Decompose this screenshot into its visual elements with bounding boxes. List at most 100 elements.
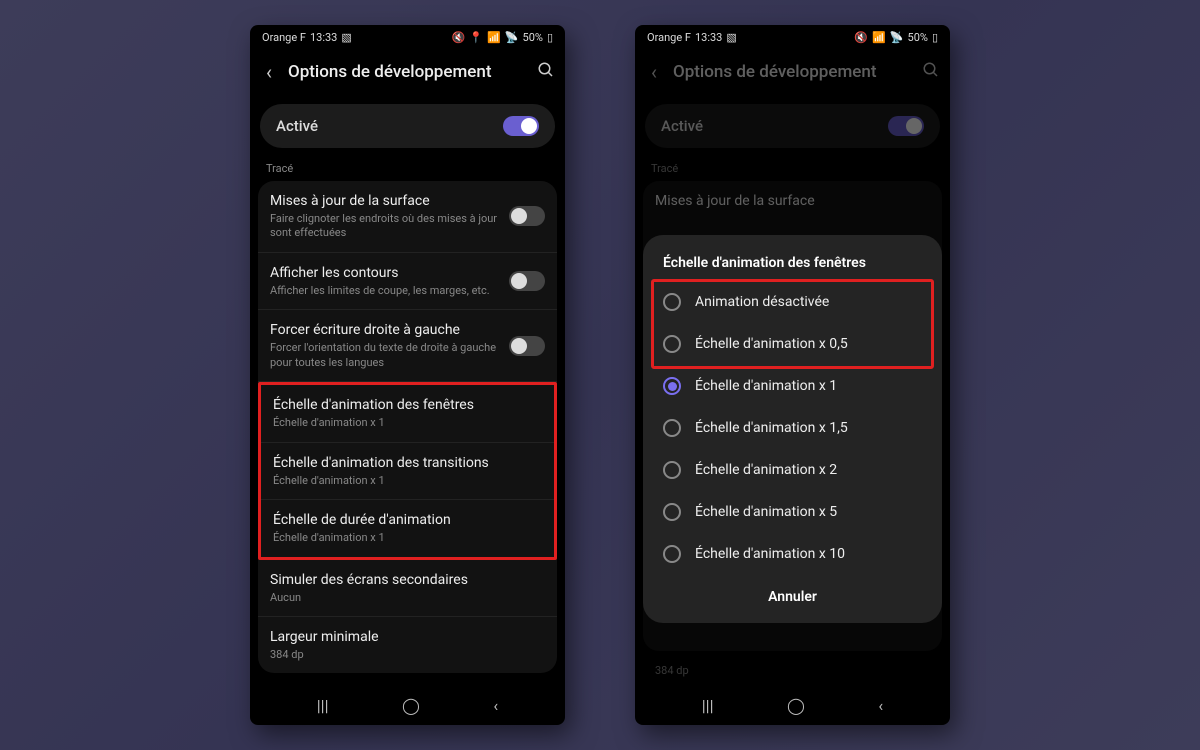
row-sub: Faire clignoter les endroits où des mise… <box>270 212 501 241</box>
radio-option-5[interactable]: Échelle d'animation x 5 <box>651 491 934 533</box>
nav-back-icon[interactable]: ‹ <box>878 696 883 715</box>
section-header: Tracé <box>250 162 565 181</box>
radio-option-1[interactable]: Échelle d'animation x 0,5 <box>651 323 934 365</box>
radio-icon <box>663 461 681 479</box>
carrier-label: Orange F <box>262 31 306 44</box>
location-icon: 📍 <box>469 31 483 44</box>
master-toggle-label: Activé <box>661 117 703 135</box>
radio-label: Échelle d'animation x 1 <box>695 378 837 394</box>
row-simulate-displays[interactable]: Simuler des écrans secondaires Aucun <box>258 560 557 617</box>
toggle-surface[interactable] <box>509 206 545 226</box>
row-sub: Forcer l'orientation du texte de droite … <box>270 341 501 370</box>
row-label: Mises à jour de la surface <box>655 192 930 210</box>
nav-recents-icon[interactable]: ||| <box>317 696 329 715</box>
row-window-anim-scale[interactable]: Échelle d'animation des fenêtres Échelle… <box>261 385 554 442</box>
nav-recents-icon[interactable]: ||| <box>702 696 714 715</box>
radio-label: Échelle d'animation x 0,5 <box>695 336 848 352</box>
nav-bar: ||| ◯ ‹ <box>635 685 950 725</box>
master-toggle-row[interactable]: Activé <box>260 104 555 148</box>
battery-label: 50% <box>523 31 543 44</box>
search-icon[interactable] <box>537 61 555 84</box>
status-icons: 🔇 📶 📡 50% ▯ <box>854 31 938 44</box>
radio-option-3[interactable]: Échelle d'animation x 1,5 <box>651 407 934 449</box>
header: ‹ Options de développement <box>635 46 950 98</box>
row-sub: 384 dp <box>270 648 545 662</box>
toggle-rtl[interactable] <box>509 336 545 356</box>
wifi-icon: 📶 <box>487 31 501 44</box>
nav-home-icon[interactable]: ◯ <box>787 696 805 715</box>
battery-icon: ▯ <box>932 31 938 44</box>
radio-icon <box>663 503 681 521</box>
row-sub: Afficher les limites de coupe, les marge… <box>270 284 501 298</box>
master-toggle-row: Activé <box>645 104 940 148</box>
animation-scale-dialog: Échelle d'animation des fenêtres Animati… <box>643 235 942 623</box>
status-bar: Orange F 13:33 ▧ 🔇 📶 📡 50% ▯ <box>635 25 950 46</box>
row-sub: Échelle d'animation x 1 <box>273 416 542 430</box>
dialog-title: Échelle d'animation des fenêtres <box>651 251 934 281</box>
radio-option-0[interactable]: Animation désactivée <box>651 281 934 323</box>
back-icon: ‹ <box>645 60 663 84</box>
phone-screenshot-1: Orange F 13:33 ▧ 🔇 📍 📶 📡 50% ▯ ‹ Options… <box>250 25 565 725</box>
page-title: Options de développement <box>673 62 912 82</box>
radio-label: Échelle d'animation x 1,5 <box>695 420 848 436</box>
row-sub: Aucun <box>270 591 545 605</box>
signal-icon: 📡 <box>890 31 904 44</box>
signal-icon: 📡 <box>505 31 519 44</box>
nav-back-icon[interactable]: ‹ <box>493 696 498 715</box>
master-toggle-label: Activé <box>276 117 318 135</box>
toggle-bounds[interactable] <box>509 271 545 291</box>
row-label: Échelle d'animation des transitions <box>273 454 542 472</box>
master-toggle <box>888 116 924 136</box>
image-icon: ▧ <box>726 31 736 44</box>
row-show-bounds[interactable]: Afficher les contours Afficher les limit… <box>258 253 557 310</box>
highlight-box: Échelle d'animation des fenêtres Échelle… <box>258 382 557 559</box>
phone-screenshot-2: Orange F 13:33 ▧ 🔇 📶 📡 50% ▯ ‹ Options d… <box>635 25 950 725</box>
mute-icon: 🔇 <box>854 31 868 44</box>
radio-icon <box>663 335 681 353</box>
radio-icon <box>663 419 681 437</box>
battery-icon: ▯ <box>547 31 553 44</box>
page-title: Options de développement <box>288 62 527 82</box>
row-sub: Échelle d'animation x 1 <box>273 531 542 545</box>
search-icon <box>922 61 940 84</box>
radio-label: Échelle d'animation x 2 <box>695 462 837 478</box>
radio-icon <box>663 377 681 395</box>
radio-label: Animation désactivée <box>695 294 829 310</box>
nav-bar: ||| ◯ ‹ <box>250 685 565 725</box>
image-icon: ▧ <box>341 31 351 44</box>
radio-label: Échelle d'animation x 10 <box>695 546 845 562</box>
row-sub: Échelle d'animation x 1 <box>273 474 542 488</box>
radio-option-2[interactable]: Échelle d'animation x 1 <box>651 365 934 407</box>
dialog-cancel-button[interactable]: Annuler <box>651 575 934 615</box>
status-icons: 🔇 📍 📶 📡 50% ▯ <box>452 31 553 44</box>
back-icon[interactable]: ‹ <box>260 60 278 84</box>
row-smallest-width[interactable]: Largeur minimale 384 dp <box>258 617 557 673</box>
settings-card: Mises à jour de la surface Faire clignot… <box>258 181 557 673</box>
row-label: Échelle d'animation des fenêtres <box>273 396 542 414</box>
nav-home-icon[interactable]: ◯ <box>402 696 420 715</box>
row-transition-anim-scale[interactable]: Échelle d'animation des transitions Éche… <box>261 443 554 500</box>
radio-option-6[interactable]: Échelle d'animation x 10 <box>651 533 934 575</box>
master-toggle[interactable] <box>503 116 539 136</box>
section-header: Tracé <box>635 162 950 181</box>
radio-icon <box>663 545 681 563</box>
row-label: Largeur minimale <box>270 628 545 646</box>
row-label: Mises à jour de la surface <box>270 192 501 210</box>
mute-icon: 🔇 <box>452 31 466 44</box>
row-label: Échelle de durée d'animation <box>273 511 542 529</box>
row-surface-updates[interactable]: Mises à jour de la surface Faire clignot… <box>258 181 557 253</box>
carrier-label: Orange F <box>647 31 691 44</box>
radio-icon <box>663 293 681 311</box>
radio-label: Échelle d'animation x 5 <box>695 504 837 520</box>
row-label: Simuler des écrans secondaires <box>270 571 545 589</box>
dialog-options: Animation désactivée Échelle d'animation… <box>651 281 934 575</box>
radio-option-4[interactable]: Échelle d'animation x 2 <box>651 449 934 491</box>
row-force-rtl[interactable]: Forcer écriture droite à gauche Forcer l… <box>258 310 557 382</box>
status-time: 13:33 <box>310 31 337 44</box>
status-time: 13:33 <box>695 31 722 44</box>
row-animator-duration-scale[interactable]: Échelle de durée d'animation Échelle d'a… <box>261 500 554 556</box>
wifi-icon: 📶 <box>872 31 886 44</box>
battery-label: 50% <box>908 31 928 44</box>
row-label: Afficher les contours <box>270 264 501 282</box>
header: ‹ Options de développement <box>250 46 565 98</box>
